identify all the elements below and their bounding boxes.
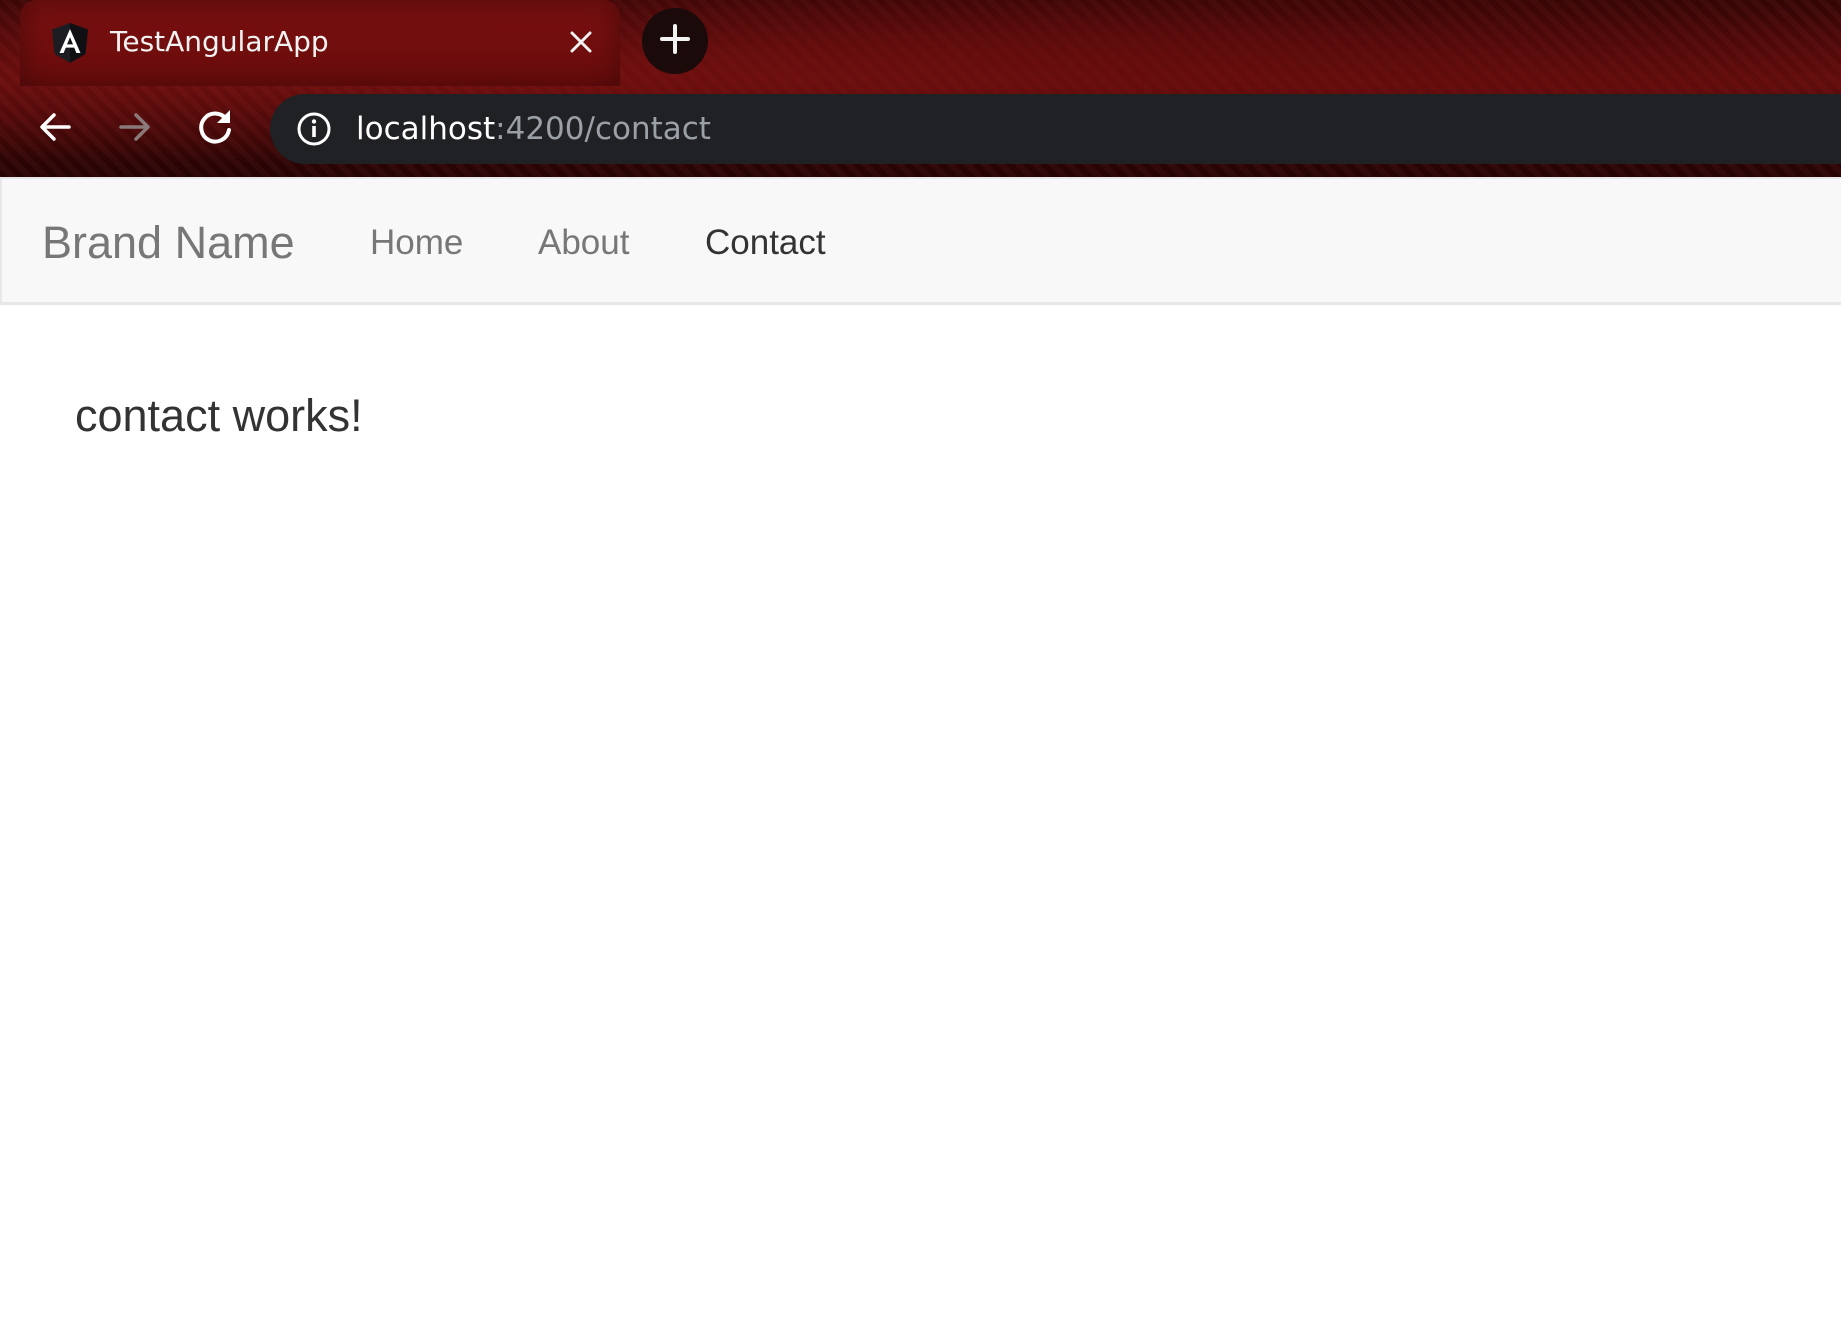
browser-chrome: TestAngularApp localhost:4200/contact — [0, 0, 1841, 177]
reload-icon — [194, 106, 236, 153]
address-bar[interactable]: localhost:4200/contact — [270, 94, 1841, 164]
plus-icon — [659, 23, 691, 60]
nav-link-about[interactable]: About — [538, 222, 629, 264]
tab-title: TestAngularApp — [110, 25, 329, 58]
url-text: localhost:4200/contact — [356, 108, 711, 150]
new-tab-button[interactable] — [642, 8, 708, 74]
browser-tab[interactable]: TestAngularApp — [20, 0, 620, 86]
url-path: :4200/contact — [495, 111, 711, 147]
nav-link-contact[interactable]: Contact — [705, 222, 826, 264]
navbar: Brand Name Home About Contact — [0, 177, 1841, 305]
back-button[interactable] — [31, 105, 79, 153]
arrow-left-icon — [35, 107, 75, 152]
angular-icon — [50, 22, 90, 64]
navbar-brand[interactable]: Brand Name — [42, 217, 295, 269]
info-icon[interactable] — [296, 111, 332, 147]
close-icon[interactable] — [563, 24, 599, 60]
reload-button[interactable] — [191, 105, 239, 153]
arrow-right-icon — [115, 107, 155, 152]
page-message: contact works! — [75, 390, 363, 441]
url-host: localhost — [356, 111, 496, 147]
forward-button[interactable] — [111, 105, 159, 153]
nav-link-home[interactable]: Home — [370, 222, 463, 264]
